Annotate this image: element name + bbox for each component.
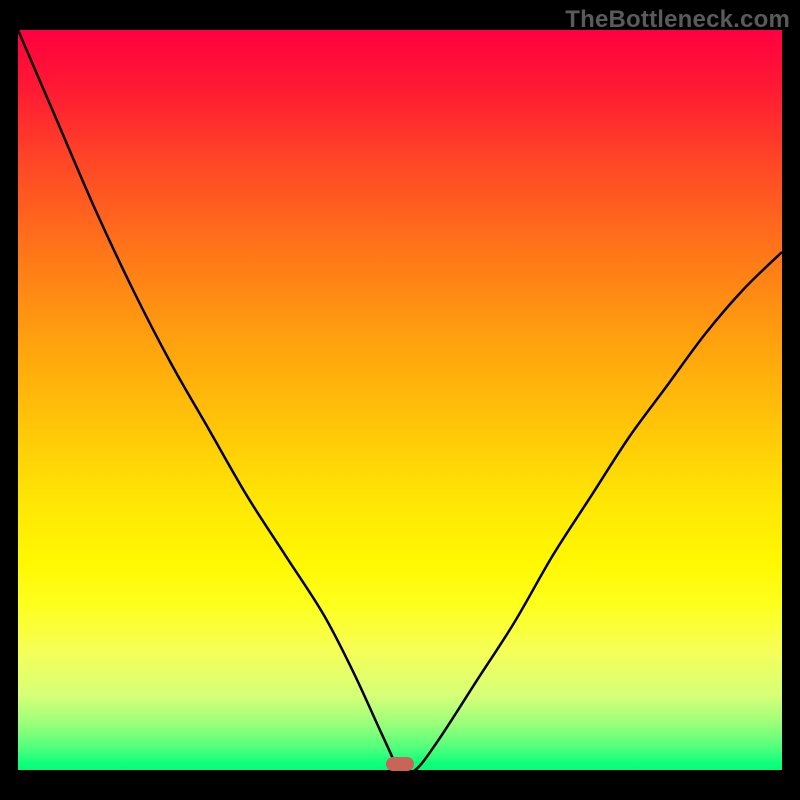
curve-layer <box>18 30 782 770</box>
chart-frame: TheBottleneck.com <box>0 0 800 800</box>
bottleneck-curve <box>18 30 782 770</box>
watermark-label: TheBottleneck.com <box>565 6 790 34</box>
optimal-point-marker <box>386 757 414 771</box>
